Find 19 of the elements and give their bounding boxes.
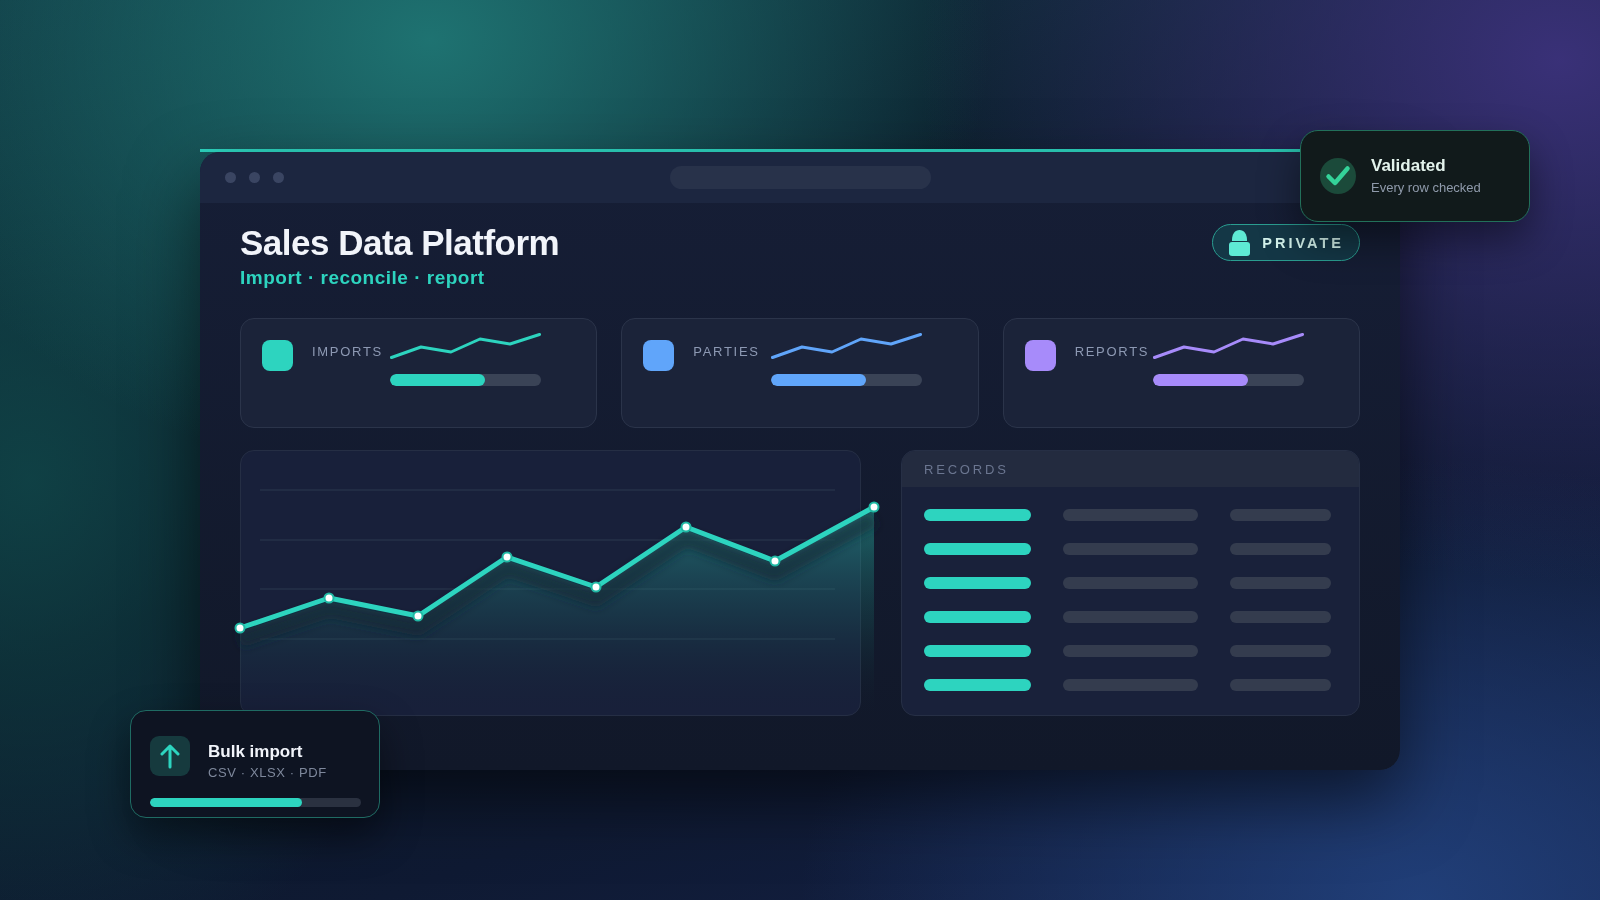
page-title: Sales Data Platform — [240, 223, 560, 263]
sparkline-icon — [1152, 333, 1304, 359]
upload-title: Bulk import — [208, 742, 303, 762]
upload-formats: CSV · XLSX · PDF — [208, 765, 327, 781]
window-dot-icon[interactable] — [249, 172, 260, 183]
window-dot-icon[interactable] — [225, 172, 236, 183]
check-circle-icon — [1320, 158, 1356, 194]
stat-label: REPORTS — [1073, 344, 1151, 360]
lock-icon — [1229, 229, 1251, 256]
sparkline-icon — [390, 333, 541, 359]
stat-label: IMPORTS — [311, 344, 384, 360]
window-dot-icon[interactable] — [273, 172, 284, 183]
page-subtitle: Import · reconcile · report — [240, 266, 485, 290]
sparkline-icon — [771, 333, 923, 359]
stat-label: PARTIES — [692, 344, 761, 360]
private-badge: PRIVATE — [1212, 224, 1360, 261]
toast-detail: Every row checked — [1371, 180, 1481, 196]
records-title: RECORDS — [924, 461, 1009, 477]
toast-title: Validated — [1371, 156, 1446, 176]
